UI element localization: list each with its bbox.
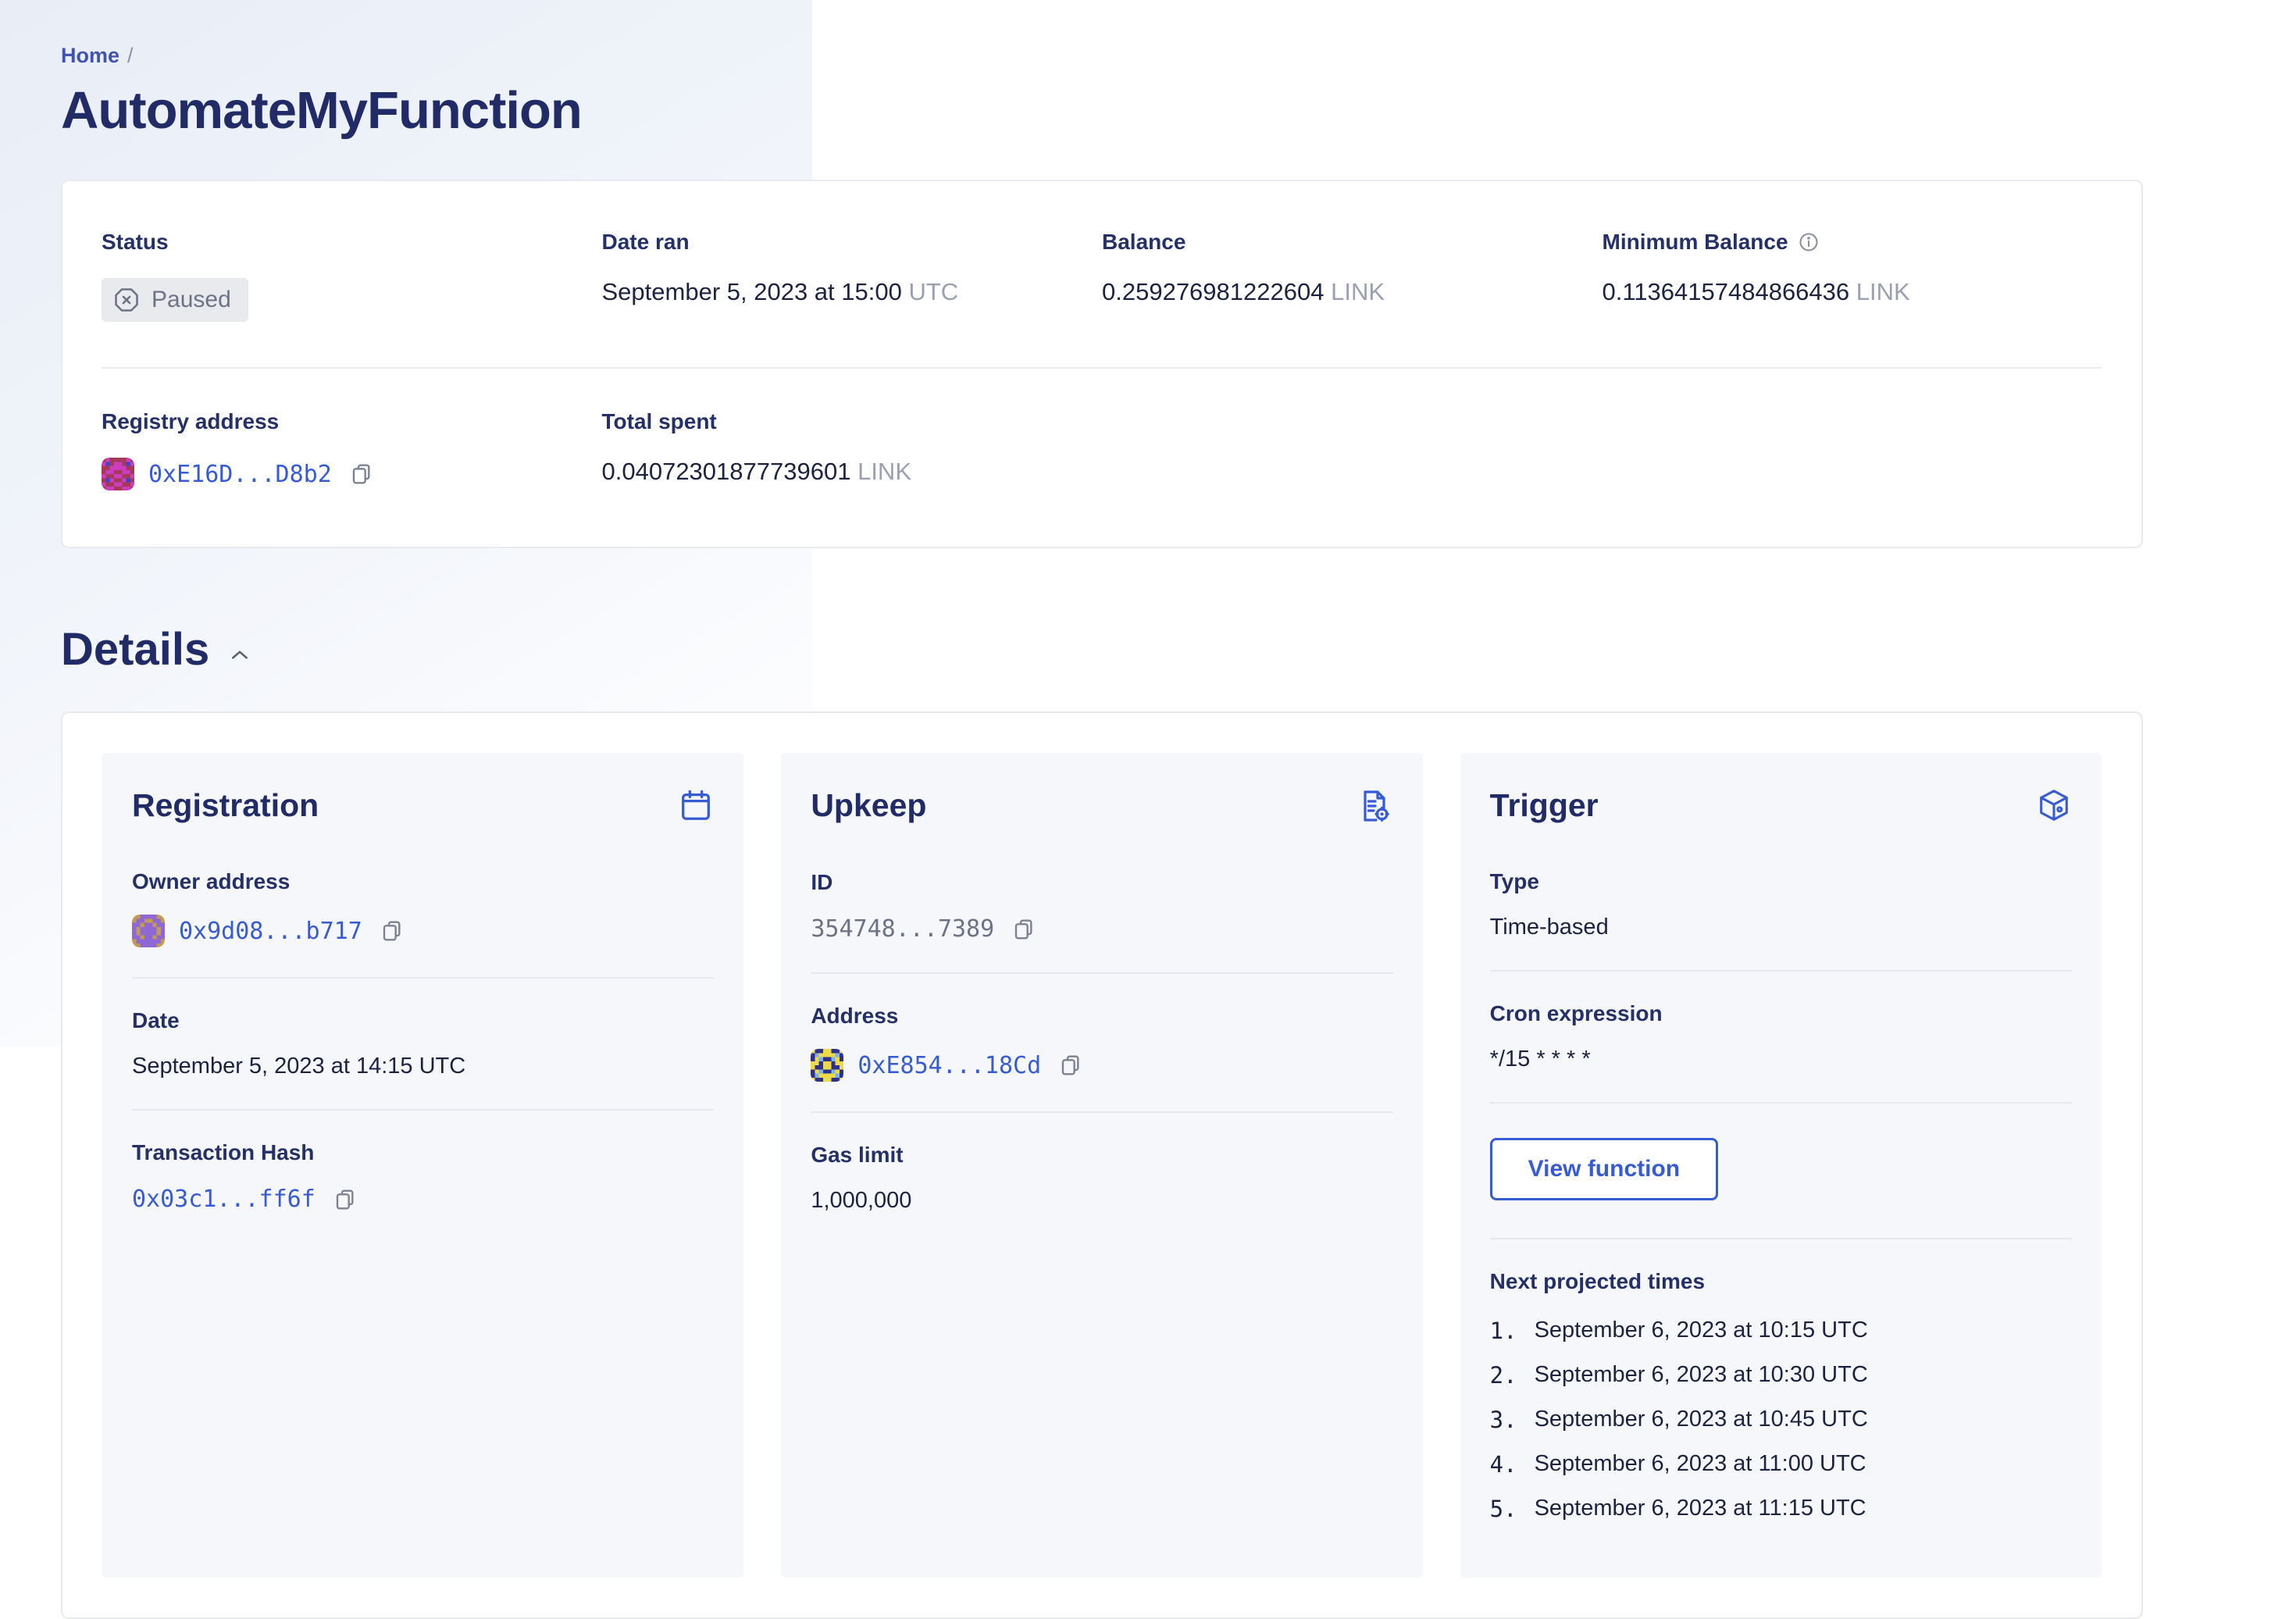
min-balance-field: Minimum Balance 0.11364157484866436 LINK: [1603, 230, 2103, 322]
document-gear-icon: [1356, 787, 1393, 825]
trigger-card: Trigger Type Time-based Cron expression …: [1460, 753, 2102, 1578]
upkeep-title: Upkeep: [811, 787, 927, 823]
summary-card: Status Paused Date ran September 5, 2023…: [61, 180, 2143, 548]
details-card: Registration Owner address 0x9d08...b717: [61, 711, 2143, 1619]
copy-icon[interactable]: [1011, 917, 1036, 942]
list-item: 5. September 6, 2023 at 11:15 UTC: [1489, 1496, 1866, 1522]
min-balance-unit: LINK: [1856, 278, 1910, 305]
owner-address-label: Owner address: [132, 869, 291, 893]
transaction-hash-link[interactable]: 0x03c1...ff6f: [132, 1186, 316, 1213]
registration-date-label: Date: [132, 1008, 180, 1032]
divider: [132, 977, 715, 979]
next-projected-times-section: Next projected times 1. September 6, 2023…: [1490, 1269, 2072, 1522]
copy-icon[interactable]: [349, 462, 374, 487]
date-ran-utc: UTC: [908, 278, 959, 305]
balance-field: Balance 0.259276981222604 LINK: [1102, 230, 1603, 322]
breadcrumb-separator: /: [127, 44, 134, 67]
copy-icon[interactable]: [380, 918, 405, 943]
cron-expression-label: Cron expression: [1489, 1001, 1663, 1025]
next-projected-times-list: 1. September 6, 2023 at 10:15 UTC 2. Septe…: [1490, 1318, 2072, 1522]
divider: [132, 1109, 715, 1111]
upkeep-address-section: Address 0xE854...18Cd: [811, 1004, 1392, 1082]
date-ran-value: September 5, 2023 at 15:00 UTC: [601, 278, 959, 305]
status-label: Status: [102, 230, 169, 254]
copy-icon[interactable]: [1058, 1053, 1083, 1078]
cron-expression-section: Cron expression */15 * * * *: [1490, 1001, 2072, 1072]
upkeep-id-label: ID: [811, 870, 833, 894]
identicon-avatar: [811, 1049, 844, 1082]
registry-address-field: Registry address 0xE16D...D8b2: [102, 409, 602, 490]
empty-cell: [1603, 409, 2103, 490]
list-item: 2. September 6, 2023 at 10:30 UTC: [1489, 1362, 1868, 1389]
registration-date-value: September 5, 2023 at 14:15 UTC: [132, 1054, 466, 1079]
identicon-avatar: [132, 915, 165, 947]
gas-limit-value: 1,000,000: [811, 1188, 912, 1213]
empty-cell: [1102, 409, 1603, 490]
date-ran-field: Date ran September 5, 2023 at 15:00 UTC: [602, 230, 1103, 322]
upkeep-card: Upkeep ID 354748...7389 Address 0xE854..…: [781, 753, 1423, 1578]
total-spent-value: 0.04072301877739601 LINK: [601, 458, 912, 485]
info-icon[interactable]: [1798, 231, 1820, 253]
owner-address-section: Owner address 0x9d08...b717: [132, 869, 714, 947]
upkeep-id-section: ID 354748...7389: [811, 870, 1392, 943]
upkeep-address-link[interactable]: 0xE854...18Cd: [857, 1052, 1041, 1079]
view-function-button[interactable]: View function: [1489, 1138, 1719, 1200]
gas-limit-section: Gas limit 1,000,000: [811, 1143, 1392, 1214]
details-heading: Details: [61, 623, 2143, 676]
next-projected-times-label: Next projected times: [1489, 1269, 1706, 1293]
min-balance-value: 0.11364157484866436 LINK: [1602, 278, 1910, 305]
cube-icon: [2036, 787, 2072, 823]
breadcrumb: Home /: [61, 44, 2143, 68]
page-content: Home / AutomateMyFunction Status Paused: [61, 0, 2143, 1619]
total-spent-field: Total spent 0.04072301877739601 LINK: [602, 409, 1103, 490]
chevron-up-icon[interactable]: [230, 648, 250, 662]
transaction-hash-section: Transaction Hash 0x03c1...ff6f: [132, 1140, 714, 1213]
list-item: 4. September 6, 2023 at 11:00 UTC: [1489, 1451, 1866, 1478]
divider: [1489, 1238, 2072, 1239]
paused-octagon-x-icon: [112, 286, 141, 314]
status-badge: Paused: [102, 278, 248, 322]
min-balance-label: Minimum Balance: [1603, 230, 2103, 255]
divider: [1489, 970, 2072, 972]
status-field: Status Paused: [102, 230, 602, 322]
upkeep-address-label: Address: [811, 1004, 899, 1028]
owner-address-link[interactable]: 0x9d08...b717: [179, 918, 362, 945]
summary-divider: [102, 367, 2102, 369]
gas-limit-label: Gas limit: [811, 1143, 904, 1167]
registry-address-link[interactable]: 0xE16D...D8b2: [148, 461, 332, 488]
total-spent-unit: LINK: [857, 458, 911, 485]
registry-address-label: Registry address: [102, 409, 280, 433]
transaction-hash-label: Transaction Hash: [132, 1140, 315, 1164]
registration-card: Registration Owner address 0x9d08...b717: [102, 753, 744, 1578]
divider: [1489, 1102, 2072, 1104]
trigger-type-section: Type Time-based: [1490, 869, 2072, 940]
breadcrumb-home-link[interactable]: Home: [61, 44, 119, 67]
trigger-title: Trigger: [1489, 787, 1599, 823]
page-title: AutomateMyFunction: [61, 81, 583, 140]
summary-row-2: Registry address 0xE16D...D8b2 Total spe…: [102, 409, 2102, 490]
status-badge-text: Paused: [152, 287, 231, 312]
calendar-icon: [678, 787, 714, 823]
balance-label: Balance: [1102, 230, 1186, 254]
trigger-type-label: Type: [1489, 869, 1539, 893]
identicon-avatar: [102, 458, 134, 490]
upkeep-id-value: 354748...7389: [811, 915, 995, 943]
date-ran-label: Date ran: [601, 230, 690, 254]
list-item: 1. September 6, 2023 at 10:15 UTC: [1489, 1318, 1868, 1344]
trigger-type-value: Time-based: [1489, 915, 1609, 940]
divider: [811, 1111, 1393, 1113]
registration-title: Registration: [132, 787, 319, 823]
list-item: 3. September 6, 2023 at 10:45 UTC: [1489, 1407, 1868, 1433]
summary-row-1: Status Paused Date ran September 5, 2023…: [102, 230, 2102, 322]
balance-value: 0.259276981222604 LINK: [1102, 278, 1385, 305]
balance-unit: LINK: [1331, 278, 1385, 305]
copy-icon[interactable]: [333, 1187, 358, 1212]
registration-date-section: Date September 5, 2023 at 14:15 UTC: [132, 1008, 714, 1079]
cron-expression-value: */15 * * * *: [1489, 1047, 1591, 1072]
divider: [811, 972, 1393, 974]
total-spent-label: Total spent: [601, 409, 717, 433]
